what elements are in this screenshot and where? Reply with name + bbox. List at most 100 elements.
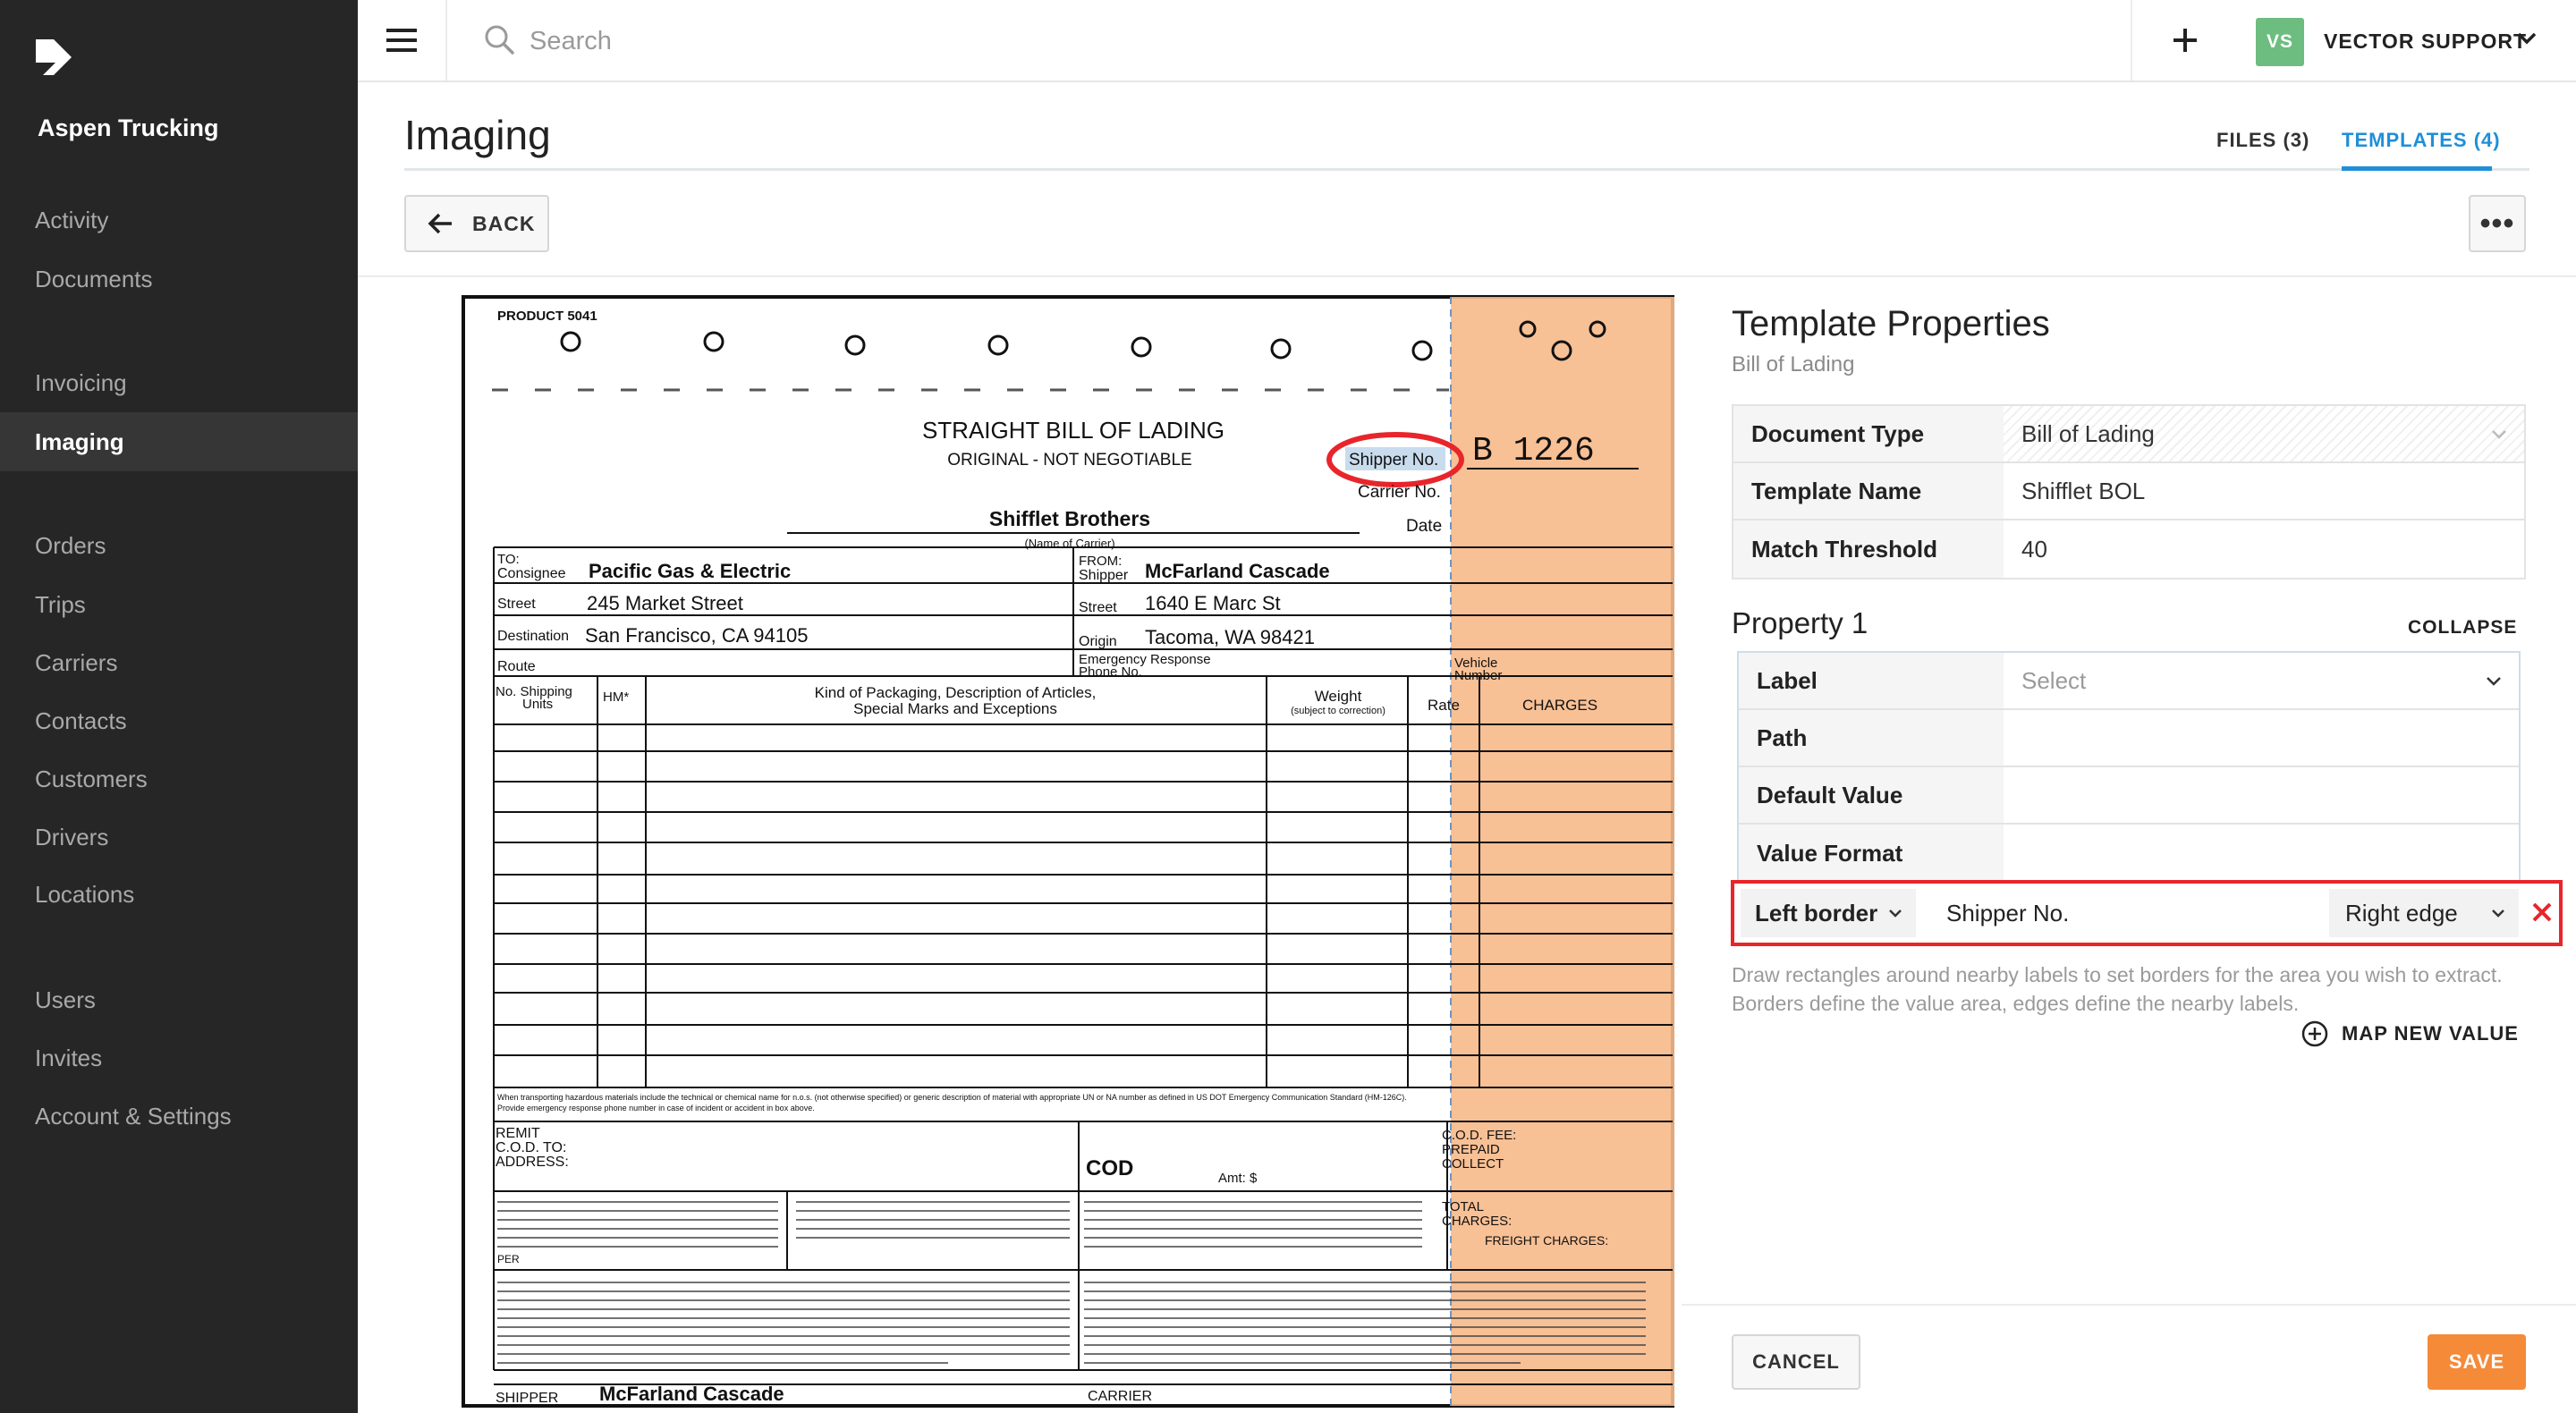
nav-item-customers[interactable]: Customers	[0, 749, 358, 808]
doc-col-kind-1: Kind of Packaging, Description of Articl…	[815, 684, 1097, 701]
doc-carrier-no-label: Carrier No.	[1358, 483, 1441, 502]
nav-item-activity[interactable]: Activity	[0, 190, 358, 250]
nav-item-carriers[interactable]: Carriers	[0, 633, 358, 692]
close-icon	[2532, 902, 2552, 922]
property-format-input[interactable]	[2004, 825, 2519, 882]
property-label-label: Label	[1739, 653, 2004, 708]
arrow-left-icon	[428, 213, 452, 234]
doc-total-1: TOTAL	[1442, 1199, 1484, 1214]
doc-from-label: FROM:	[1079, 554, 1122, 569]
doc-prepaid: PREPAID	[1442, 1142, 1500, 1157]
template-name-label: Template Name	[1733, 463, 2004, 519]
tab-files[interactable]: FILES (3)	[2216, 129, 2309, 152]
template-name-input[interactable]: Shifflet BOL	[2004, 463, 2524, 519]
topbar-divider	[2131, 0, 2132, 80]
template-properties-subtitle: Bill of Lading	[1732, 352, 1855, 377]
more-options-icon: •••	[2479, 206, 2515, 241]
doc-street-label: Street	[497, 597, 536, 612]
match-threshold-input[interactable]: 40	[2004, 520, 2524, 578]
more-options-button[interactable]: •••	[2469, 195, 2526, 252]
doc-consignee: Pacific Gas & Electric	[589, 560, 791, 582]
doc-hazmat-note-2: Provide emergency response phone number …	[497, 1104, 815, 1113]
add-button[interactable]	[2165, 20, 2206, 61]
chevron-down-icon	[1889, 910, 1902, 918]
doc-shipper-footer: McFarland Cascade	[599, 1383, 784, 1405]
sidebar: Aspen Trucking Activity Documents Invoic…	[0, 0, 358, 1413]
back-button[interactable]: BACK	[404, 195, 549, 252]
nav-item-imaging[interactable]: Imaging	[0, 412, 358, 471]
doc-shipper-label: Shipper	[1079, 568, 1129, 583]
doc-col-rate: Rate	[1428, 697, 1460, 714]
chevron-logo-icon[interactable]	[34, 38, 73, 77]
document-viewer[interactable]: PRODUCT 5041 STRAIGHT BILL OF LADING ORI…	[358, 277, 1682, 1413]
doc-title: STRAIGHT BILL OF LADING	[922, 417, 1224, 444]
doc-col-weight-1: Weight	[1315, 688, 1362, 705]
border-help-text: Draw rectangles around nearby labels to …	[1732, 963, 2503, 1015]
cancel-button[interactable]: CANCEL	[1732, 1334, 1860, 1390]
document-type-select[interactable]: Bill of Lading	[2004, 406, 2524, 461]
hamburger-icon	[386, 29, 417, 52]
remove-border-button[interactable]	[2524, 894, 2560, 930]
search-input[interactable]	[530, 20, 1871, 63]
property-path-input[interactable]	[2004, 710, 2519, 766]
nav-item-account-settings[interactable]: Account & Settings	[0, 1087, 358, 1146]
user-menu-name[interactable]: VECTOR SUPPORT	[2324, 30, 2527, 54]
map-new-value-button[interactable]: MAP NEW VALUE	[2301, 1020, 2519, 1048]
nav-item-invites[interactable]: Invites	[0, 1028, 358, 1087]
search-icon	[485, 25, 514, 55]
doc-freight-charges: FREIGHT CHARGES:	[1485, 1233, 1608, 1248]
doc-origin-label: Origin	[1079, 634, 1117, 649]
doc-shipper-street-label: Street	[1079, 600, 1117, 615]
property-label-select[interactable]: Select	[2004, 653, 2519, 708]
doc-subtitle: ORIGINAL - NOT NEGOTIABLE	[947, 451, 1191, 470]
document-type-row: Document Type Bill of Lading	[1733, 406, 2524, 463]
page-title: Imaging	[404, 112, 551, 158]
map-new-value-label: MAP NEW VALUE	[2342, 1022, 2519, 1045]
border-side-select[interactable]: Left border	[1741, 889, 1916, 937]
active-tab-indicator	[2342, 166, 2492, 171]
nav-item-orders[interactable]: Orders	[0, 516, 358, 575]
doc-cod: COD	[1086, 1156, 1133, 1180]
nav-item-documents[interactable]: Documents	[0, 250, 358, 309]
doc-collect: COLLECT	[1442, 1156, 1504, 1172]
document-type-value: Bill of Lading	[2021, 419, 2155, 447]
border-label-input[interactable]: Shipper No.	[1930, 889, 2324, 937]
tab-templates[interactable]: TEMPLATES (4)	[2342, 129, 2501, 152]
header-divider	[404, 168, 2529, 171]
doc-consignee-street: 245 Market Street	[587, 592, 743, 614]
doc-remit-3: ADDRESS:	[496, 1155, 569, 1170]
property-format-label: Value Format	[1739, 825, 2004, 882]
doc-col-weight-2: (subject to correction)	[1291, 706, 1385, 716]
nav-item-locations[interactable]: Locations	[0, 865, 358, 924]
border-edge-select[interactable]: Right edge	[2329, 889, 2519, 937]
doc-origin: Tacoma, WA 98421	[1145, 626, 1315, 648]
bill-of-lading-scan[interactable]: PRODUCT 5041 STRAIGHT BILL OF LADING ORI…	[358, 277, 1682, 1413]
doc-date-label: Date	[1406, 517, 1442, 536]
border-edge-value: Right edge	[2345, 899, 2458, 926]
doc-total-2: CHARGES:	[1442, 1214, 1512, 1229]
plus-icon	[2174, 29, 2197, 52]
doc-shipper-no-label: Shipper No.	[1349, 451, 1438, 470]
nav-item-trips[interactable]: Trips	[0, 575, 358, 634]
template-name-row: Template Name Shifflet BOL	[1733, 463, 2524, 520]
chevron-down-icon[interactable]	[2515, 27, 2538, 50]
property-path-row: Path	[1739, 710, 2519, 767]
property-default-input[interactable]	[2004, 767, 2519, 823]
property-format-row: Value Format	[1739, 825, 2519, 882]
doc-shipper-no-value: B 1226	[1472, 432, 1595, 470]
doc-destination: San Francisco, CA 94105	[585, 624, 808, 647]
save-button[interactable]: SAVE	[2428, 1334, 2526, 1390]
menu-button[interactable]	[358, 0, 447, 80]
property-table: Label Select Path Default Value Value Fo…	[1737, 651, 2521, 882]
doc-shipper-footer-label: SHIPPER	[496, 1391, 558, 1406]
doc-route-label: Route	[497, 659, 536, 674]
doc-number-label: Number	[1454, 668, 1502, 683]
avatar[interactable]: VS	[2256, 18, 2304, 66]
nav-item-users[interactable]: Users	[0, 970, 358, 1029]
nav-item-drivers[interactable]: Drivers	[0, 808, 358, 867]
document-type-label: Document Type	[1733, 406, 2004, 461]
doc-phone-label: Phone No.	[1079, 664, 1142, 680]
collapse-button[interactable]: COLLAPSE	[2408, 617, 2517, 639]
nav-item-contacts[interactable]: Contacts	[0, 691, 358, 750]
nav-item-invoicing[interactable]: Invoicing	[0, 353, 358, 412]
